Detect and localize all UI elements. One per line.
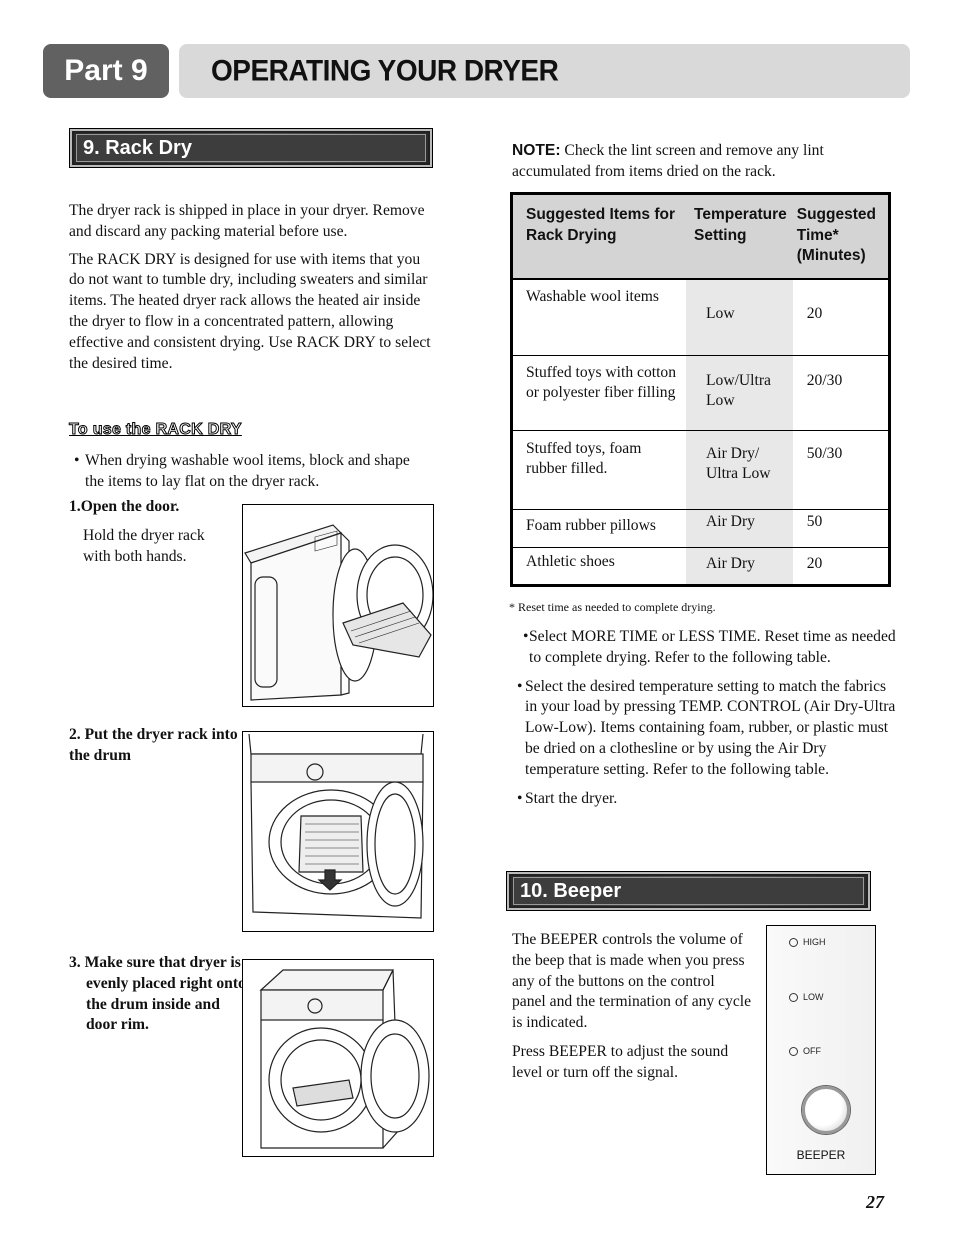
- instruction-list: Select MORE TIME or LESS TIME. Reset tim…: [512, 627, 897, 809]
- led-indicator-icon: [789, 937, 798, 947]
- step-3-title: 3. Make sure that dryer is evenly placed…: [69, 954, 246, 1034]
- beeper-control-panel: HIGH LOW OFF BEEPER: [766, 925, 876, 1175]
- section-title: 9. Rack Dry: [83, 136, 192, 159]
- table-cell-item: Washable wool items: [513, 279, 686, 356]
- table-header-temperature: Temperature Setting: [686, 195, 793, 280]
- table-cell-item: Athletic shoes: [526, 552, 615, 570]
- level-label: LOW: [803, 992, 824, 1002]
- table-cell-temp: Air Dry: [686, 509, 793, 548]
- table-footnote: * Reset time as needed to complete dryin…: [509, 600, 716, 614]
- table-row: Athletic shoes Air Dry 20: [513, 547, 888, 584]
- table-cell-item: Stuffed toys, foam rubber filled.: [513, 430, 686, 510]
- beeper-level-high: HIGH: [789, 937, 826, 947]
- level-label: OFF: [803, 1046, 821, 1056]
- paragraph: The RACK DRY is designed for use with it…: [69, 250, 431, 372]
- table-row: Foam rubber pillows Air Dry 50: [513, 509, 888, 548]
- dryer-insert-rack-illustration: [242, 731, 434, 932]
- beeper-button-label: BEEPER: [796, 1148, 846, 1162]
- table-cell-temp: Air Dry/ Ultra Low: [686, 430, 793, 510]
- beeper-button[interactable]: [802, 1086, 850, 1134]
- led-indicator-icon: [789, 992, 798, 1002]
- note-label: NOTE:: [512, 142, 561, 159]
- table-row: Washable wool items Low 20: [513, 279, 888, 356]
- part-label: Part 9: [43, 44, 169, 98]
- table-cell-time: 20/30: [792, 355, 888, 431]
- table-cell-item: Foam rubber pillows: [513, 509, 686, 548]
- lint-note: NOTE: Check the lint screen and remove a…: [512, 141, 887, 183]
- rack-dry-intro: The dryer rack is shipped in place in yo…: [69, 201, 434, 374]
- paragraph: The dryer rack is shipped in place in yo…: [69, 202, 425, 240]
- instruction-item: Start the dryer.: [512, 789, 897, 810]
- step-1-body: Hold the dryer rack with both hands.: [83, 527, 205, 565]
- paragraph: The BEEPER controls the volume of the be…: [512, 931, 752, 1032]
- section-heading-beeper: 10. Beeper: [506, 871, 871, 911]
- table-cell-time: 50/30: [792, 430, 888, 510]
- page-title-bar: OPERATING YOUR DRYER: [179, 44, 910, 98]
- level-label: HIGH: [803, 937, 826, 947]
- table-cell-time: 20: [792, 279, 888, 356]
- table-cell-item: Stuffed toys with cotton or polyester fi…: [513, 355, 686, 431]
- table-row: Stuffed toys, foam rubber filled. Air Dr…: [513, 430, 888, 510]
- instruction-item: Select the desired temperature setting t…: [512, 677, 897, 781]
- page-title: OPERATING YOUR DRYER: [211, 54, 559, 87]
- rack-drying-table: Suggested Items for Rack Drying Temperat…: [510, 192, 891, 587]
- beeper-level-low: LOW: [789, 992, 824, 1002]
- table-header-time: Suggested Time* (Minutes): [792, 195, 888, 280]
- table-cell-time: 50: [792, 509, 888, 548]
- table-cell-time: 20: [806, 554, 823, 572]
- table-row: Stuffed toys with cotton or polyester fi…: [513, 355, 888, 431]
- beeper-level-off: OFF: [789, 1046, 821, 1056]
- page-number: 27: [866, 1192, 884, 1212]
- section-title: 10. Beeper: [520, 879, 622, 902]
- dryer-open-door-rack-illustration: [242, 504, 434, 707]
- led-indicator-icon: [789, 1046, 798, 1056]
- step-1-title: 1.Open the door.: [69, 498, 180, 515]
- instruction-item: Select MORE TIME or LESS TIME. Reset tim…: [518, 627, 897, 669]
- part-label-text: Part 9: [64, 54, 148, 87]
- table-cell-temp: Air Dry: [686, 547, 793, 584]
- beeper-description: The BEEPER controls the volume of the be…: [512, 930, 752, 1084]
- dryer-rack-placed-illustration: [242, 959, 434, 1157]
- table-cell-temp: Low/Ultra Low: [686, 355, 793, 431]
- subheading-to-use-rack-dry: To use the RACK DRY: [69, 421, 243, 439]
- step-2-title: 2. Put the dryer rack into the drum: [69, 726, 238, 764]
- bullet-list: When drying washable wool items, block a…: [69, 451, 424, 493]
- bullet-item: When drying washable wool items, block a…: [69, 451, 424, 493]
- table-header-items: Suggested Items for Rack Drying: [513, 195, 686, 280]
- table-cell-temp: Low: [686, 279, 793, 356]
- paragraph: Press BEEPER to adjust the sound level o…: [512, 1042, 729, 1081]
- section-heading-rack-dry: 9. Rack Dry: [69, 128, 433, 168]
